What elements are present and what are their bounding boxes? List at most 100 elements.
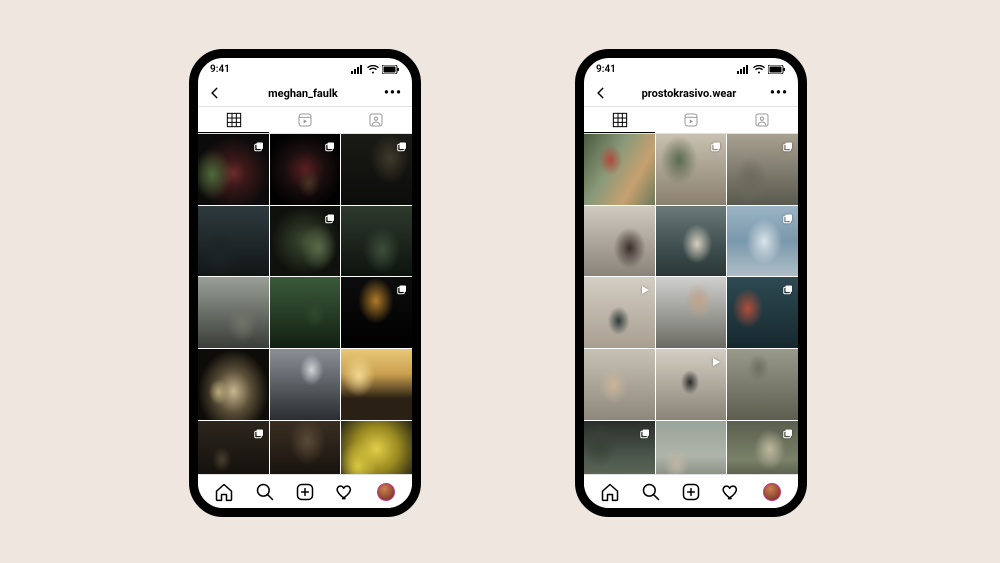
video-badge-icon — [639, 281, 651, 293]
post-thumbnail[interactable] — [341, 206, 412, 277]
post-thumbnail[interactable] — [270, 277, 341, 348]
post-grid-scroll[interactable] — [198, 134, 412, 474]
carousel-badge-icon — [324, 138, 336, 150]
post-thumbnail[interactable] — [270, 421, 341, 474]
nav-profile[interactable] — [762, 482, 782, 502]
carousel-badge-icon — [396, 281, 408, 293]
heart-icon — [335, 482, 355, 502]
post-thumbnail[interactable] — [656, 134, 727, 205]
status-icons — [351, 65, 400, 74]
post-thumbnail[interactable] — [727, 277, 798, 348]
back-chevron-icon[interactable] — [208, 86, 222, 100]
search-icon — [255, 482, 275, 502]
post-thumbnail[interactable] — [270, 349, 341, 420]
post-thumbnail[interactable] — [584, 421, 655, 474]
post-thumbnail[interactable] — [198, 349, 269, 420]
reels-icon — [297, 112, 313, 128]
carousel-badge-icon — [782, 281, 794, 293]
battery-icon — [382, 65, 400, 74]
profile-header: prostokrasivo.wear ••• — [584, 80, 798, 106]
carousel-badge-icon — [782, 210, 794, 222]
wifi-icon — [367, 65, 379, 74]
nav-home[interactable] — [214, 482, 234, 502]
more-options-icon[interactable]: ••• — [770, 86, 788, 100]
post-thumbnail[interactable] — [198, 134, 269, 205]
post-thumbnail[interactable] — [198, 277, 269, 348]
grid-icon — [612, 112, 628, 128]
post-thumbnail[interactable] — [727, 134, 798, 205]
post-thumbnail[interactable] — [656, 349, 727, 420]
post-thumbnail[interactable] — [656, 206, 727, 277]
nav-search[interactable] — [255, 482, 275, 502]
search-icon — [641, 482, 661, 502]
post-thumbnail[interactable] — [341, 421, 412, 474]
post-thumbnail[interactable] — [198, 206, 269, 277]
back-chevron-icon[interactable] — [594, 86, 608, 100]
profile-username[interactable]: prostokrasivo.wear — [642, 87, 737, 100]
signal-icon — [351, 65, 364, 74]
carousel-badge-icon — [782, 425, 794, 437]
nav-activity[interactable] — [721, 482, 741, 502]
tab-grid[interactable] — [584, 107, 655, 133]
tab-reels[interactable] — [655, 107, 726, 133]
grid-icon — [226, 112, 242, 128]
profile-header: meghan_faulk ••• — [198, 80, 412, 106]
carousel-badge-icon — [639, 425, 651, 437]
post-thumbnail[interactable] — [198, 421, 269, 474]
nav-new-post[interactable] — [295, 482, 315, 502]
status-bar: 9:41 — [584, 58, 798, 80]
home-icon — [214, 482, 234, 502]
carousel-badge-icon — [324, 210, 336, 222]
post-thumbnail[interactable] — [727, 349, 798, 420]
more-options-icon[interactable]: ••• — [384, 86, 402, 100]
profile-tabs — [584, 106, 798, 134]
nav-profile[interactable] — [376, 482, 396, 502]
post-thumbnail[interactable] — [656, 277, 727, 348]
post-grid — [584, 134, 798, 474]
tab-tagged[interactable] — [341, 107, 412, 133]
post-thumbnail[interactable] — [341, 277, 412, 348]
profile-username[interactable]: meghan_faulk — [268, 87, 338, 100]
post-thumbnail[interactable] — [584, 134, 655, 205]
post-thumbnail[interactable] — [270, 134, 341, 205]
post-thumbnail[interactable] — [727, 206, 798, 277]
post-thumbnail[interactable] — [656, 421, 727, 474]
post-thumbnail[interactable] — [270, 206, 341, 277]
tab-tagged[interactable] — [727, 107, 798, 133]
carousel-badge-icon — [253, 138, 265, 150]
wifi-icon — [753, 65, 765, 74]
profile-tabs — [198, 106, 412, 134]
home-icon — [600, 482, 620, 502]
bottom-nav — [584, 474, 798, 508]
post-thumbnail[interactable] — [584, 206, 655, 277]
post-thumbnail[interactable] — [584, 277, 655, 348]
post-grid-scroll[interactable] — [584, 134, 798, 474]
bottom-nav — [198, 474, 412, 508]
reels-icon — [683, 112, 699, 128]
carousel-badge-icon — [253, 425, 265, 437]
nav-home[interactable] — [600, 482, 620, 502]
tagged-icon — [368, 112, 384, 128]
status-time: 9:41 — [596, 64, 616, 75]
phone-mockup-right: 9:41 prostokrasivo.wear ••• — [575, 49, 807, 517]
nav-activity[interactable] — [335, 482, 355, 502]
video-badge-icon — [710, 353, 722, 365]
status-bar: 9:41 — [198, 58, 412, 80]
post-thumbnail[interactable] — [341, 134, 412, 205]
plus-square-icon — [681, 482, 701, 502]
tab-reels[interactable] — [269, 107, 340, 133]
tab-grid[interactable] — [198, 107, 269, 133]
carousel-badge-icon — [396, 138, 408, 150]
nav-search[interactable] — [641, 482, 661, 502]
heart-icon — [721, 482, 741, 502]
avatar-icon — [377, 483, 395, 501]
carousel-badge-icon — [710, 138, 722, 150]
signal-icon — [737, 65, 750, 74]
post-thumbnail[interactable] — [341, 349, 412, 420]
post-thumbnail[interactable] — [727, 421, 798, 474]
plus-square-icon — [295, 482, 315, 502]
nav-new-post[interactable] — [681, 482, 701, 502]
post-grid — [198, 134, 412, 474]
post-thumbnail[interactable] — [584, 349, 655, 420]
status-time: 9:41 — [210, 64, 230, 75]
